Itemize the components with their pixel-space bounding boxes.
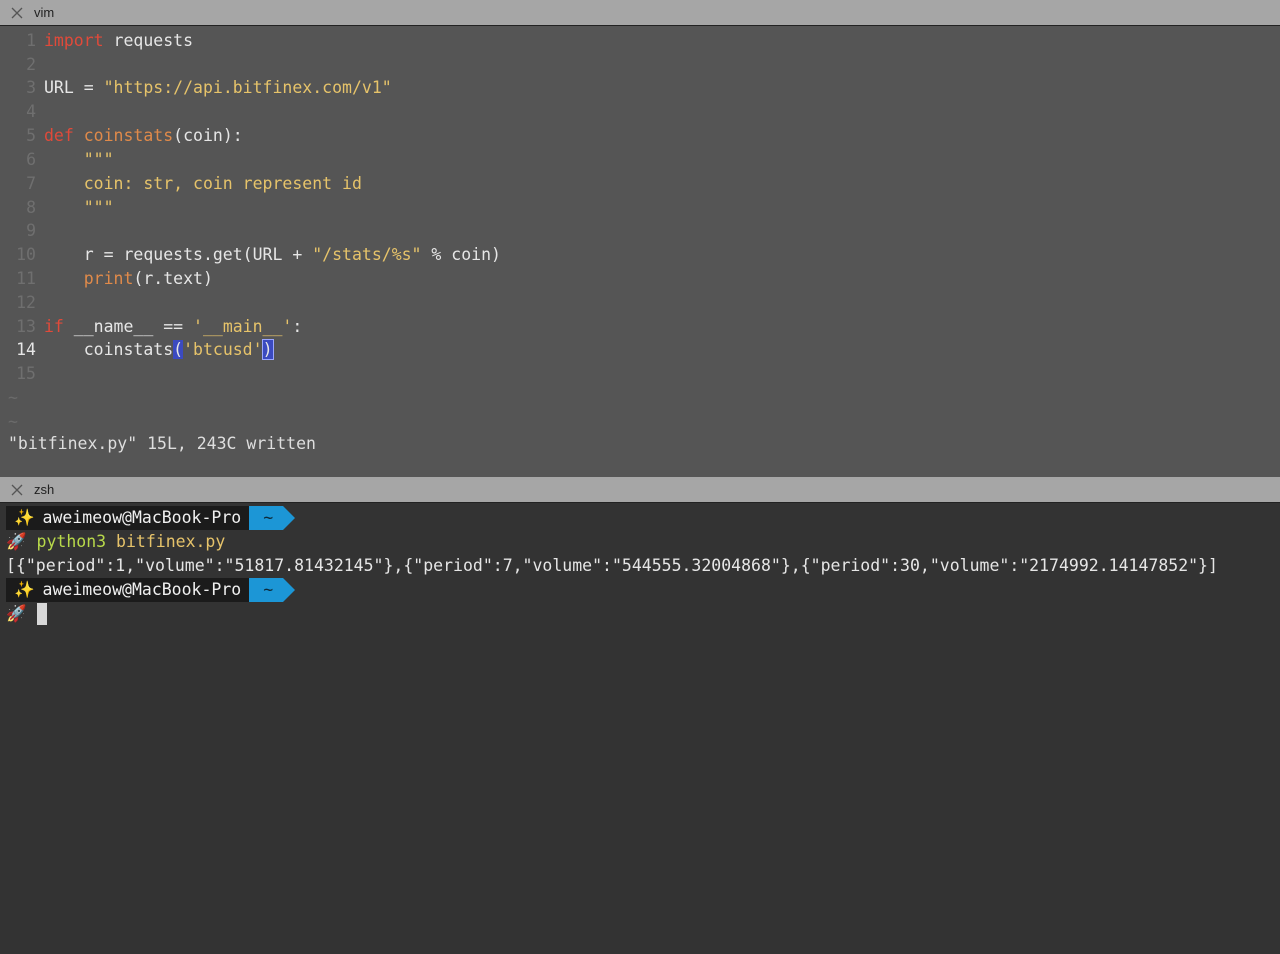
rocket-icon: 🚀	[6, 604, 27, 623]
code-token: def	[44, 126, 74, 145]
line-number: 13	[16, 317, 36, 336]
empty-line-marker: ~	[0, 386, 18, 410]
code-line: 11 print(r.text)	[0, 267, 213, 291]
code-token: URL =	[44, 78, 104, 97]
code-token: __name__ ==	[63, 317, 194, 336]
line-number: 12	[16, 293, 36, 312]
code-line: 6 """	[0, 148, 114, 172]
prompt-user-segment: ✨ aweimeow@MacBook-Pro	[6, 578, 250, 602]
code-token: """	[44, 150, 114, 169]
input-line[interactable]: 🚀	[6, 602, 47, 626]
line-number: 8	[26, 198, 36, 217]
tilde-marker: ~	[8, 388, 18, 407]
matching-paren: (	[173, 340, 184, 359]
prompt-line: ✨ aweimeow@MacBook-Pro ~	[6, 506, 296, 530]
sparkle-icon: ✨	[14, 580, 35, 599]
vim-pane[interactable]: 1 import requests 2 3 URL = "https://api.b…	[0, 26, 1280, 477]
code-token: requests	[103, 31, 194, 50]
line-number: 10	[16, 245, 36, 264]
terminal-cursor	[36, 603, 47, 625]
command-output: [{"period":1,"volume":"51817.81432145"},…	[6, 556, 1218, 575]
line-number: 9	[26, 221, 36, 240]
vim-tab-bar: vim	[0, 0, 1280, 26]
code-token: :	[292, 317, 303, 336]
code-token: % coin)	[421, 245, 501, 264]
code-line: 1 import requests	[0, 29, 193, 53]
zsh-pane[interactable]: ✨ aweimeow@MacBook-Pro ~ 🚀 python3 bitfinex…	[0, 503, 1280, 954]
zsh-tab-bar: zsh	[0, 477, 1280, 503]
code-line: 13 if __name__ == '__main__':	[0, 315, 302, 339]
code-line: 7 coin: str, coin represent id	[0, 172, 362, 196]
code-token: '__main__'	[193, 317, 293, 336]
tab-zsh-label[interactable]: zsh	[34, 482, 54, 497]
code-line: 8 """	[0, 196, 114, 220]
code-line: 15	[0, 362, 44, 386]
close-icon[interactable]	[9, 482, 25, 498]
code-line: 10 r = requests.get(URL + "/stats/%s" % …	[0, 243, 501, 267]
code-line: 2	[0, 53, 44, 77]
code-line: 5 def coinstats(coin):	[0, 124, 243, 148]
code-token: 'btcusd'	[183, 340, 263, 359]
line-number: 5	[26, 126, 36, 145]
code-token: (r.text)	[133, 269, 213, 288]
code-token: coin: str, coin represent id	[44, 174, 362, 193]
tilde-marker: ~	[8, 412, 18, 431]
rocket-icon: 🚀	[6, 532, 27, 551]
code-token: "https://api.bitfinex.com/v1"	[103, 78, 392, 97]
code-token: r = requests.get(URL +	[44, 245, 313, 264]
code-token: if	[44, 317, 64, 336]
code-line: 9	[0, 219, 44, 243]
prompt-line: ✨ aweimeow@MacBook-Pro ~	[6, 578, 296, 602]
code-token: coinstats	[73, 126, 174, 145]
empty-line-marker: ~	[0, 410, 18, 434]
tab-vim-label[interactable]: vim	[34, 5, 54, 20]
command-arg: bitfinex.py	[106, 532, 226, 551]
line-number: 15	[16, 364, 36, 383]
prompt-user: aweimeow@MacBook-Pro	[42, 580, 242, 599]
code-token: import	[44, 31, 104, 50]
code-line: 12	[0, 291, 44, 315]
prompt-dir-segment: ~	[249, 506, 296, 530]
line-number: 4	[26, 102, 36, 121]
code-token: (coin):	[173, 126, 243, 145]
prompt-user-segment: ✨ aweimeow@MacBook-Pro	[6, 506, 250, 530]
sparkle-icon: ✨	[14, 508, 35, 527]
command-name: python3	[36, 532, 107, 551]
code-token: print	[44, 269, 134, 288]
close-icon[interactable]	[9, 5, 25, 21]
code-line: 3 URL = "https://api.bitfinex.com/v1"	[0, 76, 392, 100]
prompt-dir-segment: ~	[249, 578, 296, 602]
code-token: "/stats/%s"	[312, 245, 422, 264]
text-cursor: )	[261, 339, 274, 360]
vim-status-message: "bitfinex.py" 15L, 243C written	[8, 434, 316, 453]
line-number: 1	[26, 31, 36, 50]
code-token: coinstats	[44, 340, 174, 359]
prompt-user: aweimeow@MacBook-Pro	[42, 508, 242, 527]
line-number-current: 14	[16, 340, 36, 359]
line-number: 2	[26, 55, 36, 74]
line-number: 6	[26, 150, 36, 169]
code-line: 4	[0, 100, 44, 124]
command-line: 🚀 python3 bitfinex.py	[6, 530, 225, 554]
line-number: 11	[16, 269, 36, 288]
code-line-current: 14 coinstats('btcusd')	[0, 338, 274, 362]
line-number: 3	[26, 78, 36, 97]
line-number: 7	[26, 174, 36, 193]
code-token: """	[44, 198, 114, 217]
